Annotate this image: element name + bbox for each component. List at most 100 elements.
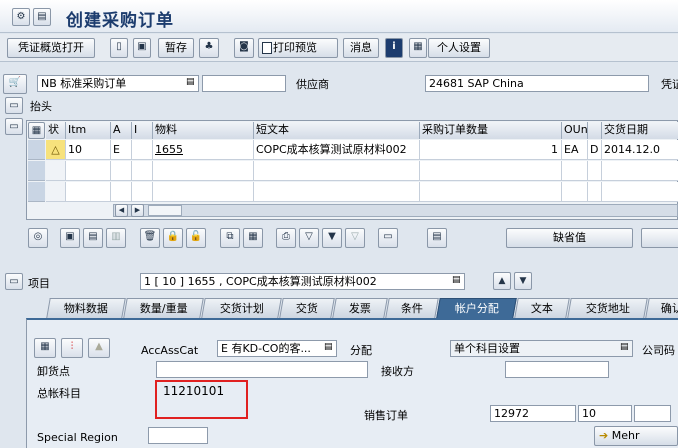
row-quantity[interactable]: 1 [420, 140, 562, 160]
schedule-line-field[interactable] [634, 405, 671, 422]
empty-cell[interactable] [562, 182, 588, 202]
default-value-button[interactable]: 缺省值 [506, 228, 633, 248]
row-material-link[interactable]: 1655 [153, 140, 254, 160]
find-icon[interactable]: ▭ [378, 228, 398, 248]
empty-cell[interactable] [602, 161, 678, 181]
details-icon[interactable]: ◎ [28, 228, 48, 248]
recipient-field[interactable] [505, 361, 609, 378]
acc-ass-cat-select[interactable]: E 有KD-CO的客... [217, 340, 337, 357]
overview-button[interactable]: 凭证概览打开 [7, 38, 95, 58]
tab-material-data[interactable]: 物料数据 [46, 298, 126, 318]
more-button[interactable]: ➔ Mehr [594, 426, 678, 446]
empty-cell[interactable] [66, 182, 111, 202]
deselect-icon[interactable]: ▥ [106, 228, 126, 248]
tab-texts[interactable]: 文本 [514, 298, 570, 318]
special-region-field[interactable] [148, 427, 208, 444]
header-toggle-icon[interactable]: ▭ [5, 97, 23, 114]
info-icon[interactable]: i [385, 38, 403, 58]
copy-icon[interactable]: ⧉ [220, 228, 240, 248]
empty-cell[interactable] [111, 182, 132, 202]
other-document-icon[interactable]: ▣ [133, 38, 151, 58]
tab-quantity-weight[interactable]: 数量/重量 [123, 298, 204, 318]
empty-cell[interactable] [602, 182, 678, 202]
column-header[interactable]: I [132, 122, 153, 139]
cart-icon[interactable]: 🛒 [3, 74, 27, 94]
column-header[interactable] [588, 122, 602, 139]
unlock-icon[interactable]: 🔓 [186, 228, 206, 248]
column-header[interactable]: 短文本 [254, 122, 420, 139]
select-block-icon[interactable]: ▤ [83, 228, 103, 248]
sales-order-item-field[interactable]: 10 [578, 405, 632, 422]
empty-cell[interactable] [153, 161, 254, 181]
personal-settings-icon[interactable]: ▦ [409, 38, 427, 58]
empty-cell[interactable] [153, 182, 254, 202]
empty-cell[interactable] [66, 161, 111, 181]
row-delivery-date[interactable]: 2014.12.0 [602, 140, 678, 160]
vendor-field[interactable]: 24681 SAP China [425, 75, 649, 92]
delete-icon[interactable]: 🗑 [140, 228, 160, 248]
column-header[interactable]: A [111, 122, 132, 139]
empty-cell[interactable] [132, 161, 153, 181]
check-icon[interactable]: ♣ [199, 38, 219, 58]
single-account-icon[interactable]: ⫶ [61, 338, 83, 358]
hold-button[interactable]: 暂存 [158, 38, 194, 58]
row-item-number[interactable]: 10 [66, 140, 111, 160]
table-settings-icon[interactable]: ▦ [28, 122, 45, 139]
tab-confirmations[interactable]: 确认 [645, 298, 678, 318]
item-toggle-icon[interactable]: ▭ [5, 273, 23, 290]
column-header[interactable]: OUn [562, 122, 588, 139]
print-preview-icon[interactable]: ◙ [234, 38, 254, 58]
tab-delivery-address[interactable]: 交货地址 [567, 298, 648, 318]
messages-button[interactable]: 消息 [343, 38, 379, 58]
tab-delivery[interactable]: 交货 [279, 298, 335, 318]
set-filter-icon[interactable]: ▼ [322, 228, 342, 248]
distribution-icon[interactable]: ▲ [88, 338, 110, 358]
empty-cell[interactable] [254, 161, 420, 181]
row-selector[interactable] [28, 182, 45, 202]
scroll-left-icon[interactable]: ◀ [115, 204, 128, 217]
new-document-icon[interactable]: ▯ [110, 38, 128, 58]
column-header[interactable]: 物料 [153, 122, 254, 139]
empty-cell[interactable] [420, 161, 562, 181]
menu-icon[interactable]: ▤ [33, 8, 51, 26]
column-header[interactable]: Itm [66, 122, 111, 139]
customize-icon[interactable]: ⚙ [12, 8, 30, 26]
tab-delivery-schedule[interactable]: 交货计划 [201, 298, 282, 318]
print-icon[interactable]: ⎙ [276, 228, 296, 248]
unloading-point-field[interactable] [156, 361, 368, 378]
empty-cell[interactable] [46, 182, 66, 202]
horizontal-scrollbar[interactable] [113, 204, 678, 217]
row-selector[interactable] [28, 161, 45, 181]
po-number-field[interactable] [202, 75, 286, 92]
previous-item-icon[interactable]: ▲ [493, 272, 511, 290]
row-unit[interactable]: EA [562, 140, 588, 160]
empty-cell[interactable] [562, 161, 588, 181]
row-date-category[interactable]: D [588, 140, 602, 160]
empty-cell[interactable] [254, 182, 420, 202]
column-header[interactable]: 采购订单数量 [420, 122, 562, 139]
select-all-icon[interactable]: ▣ [60, 228, 80, 248]
tab-invoice[interactable]: 发票 [332, 298, 388, 318]
items-toggle-icon[interactable]: ▭ [5, 118, 23, 135]
lock-icon[interactable]: 🔒 [163, 228, 183, 248]
order-type-select[interactable]: NB 标准采购订单 [37, 75, 199, 92]
empty-cell[interactable] [111, 161, 132, 181]
filter-icon[interactable]: ▽ [299, 228, 319, 248]
column-header[interactable]: 交货日期 [602, 122, 678, 139]
column-header[interactable]: 状 [46, 122, 66, 139]
distribution-select[interactable]: 单个科目设置 [450, 340, 633, 357]
delete-filter-icon[interactable]: ▽ [345, 228, 365, 248]
multiple-accounts-icon[interactable]: ▦ [34, 338, 56, 358]
row-short-text[interactable]: COPC成本核算测试原材料002 [254, 140, 420, 160]
scroll-thumb[interactable] [148, 205, 182, 216]
tab-account-assignment[interactable]: 帐户分配 [436, 298, 517, 318]
item-selector[interactable]: 1 [ 10 ] 1655 , COPC成本核算测试原材料002 [140, 273, 465, 290]
next-item-icon[interactable]: ▼ [514, 272, 532, 290]
empty-cell[interactable] [46, 161, 66, 181]
sales-order-field[interactable]: 12972 [490, 405, 576, 422]
row-selector[interactable] [28, 140, 45, 160]
scroll-right-icon[interactable]: ▶ [131, 204, 144, 217]
row-item-category[interactable] [132, 140, 153, 160]
layout-icon[interactable]: ▤ [427, 228, 447, 248]
empty-cell[interactable] [588, 182, 602, 202]
